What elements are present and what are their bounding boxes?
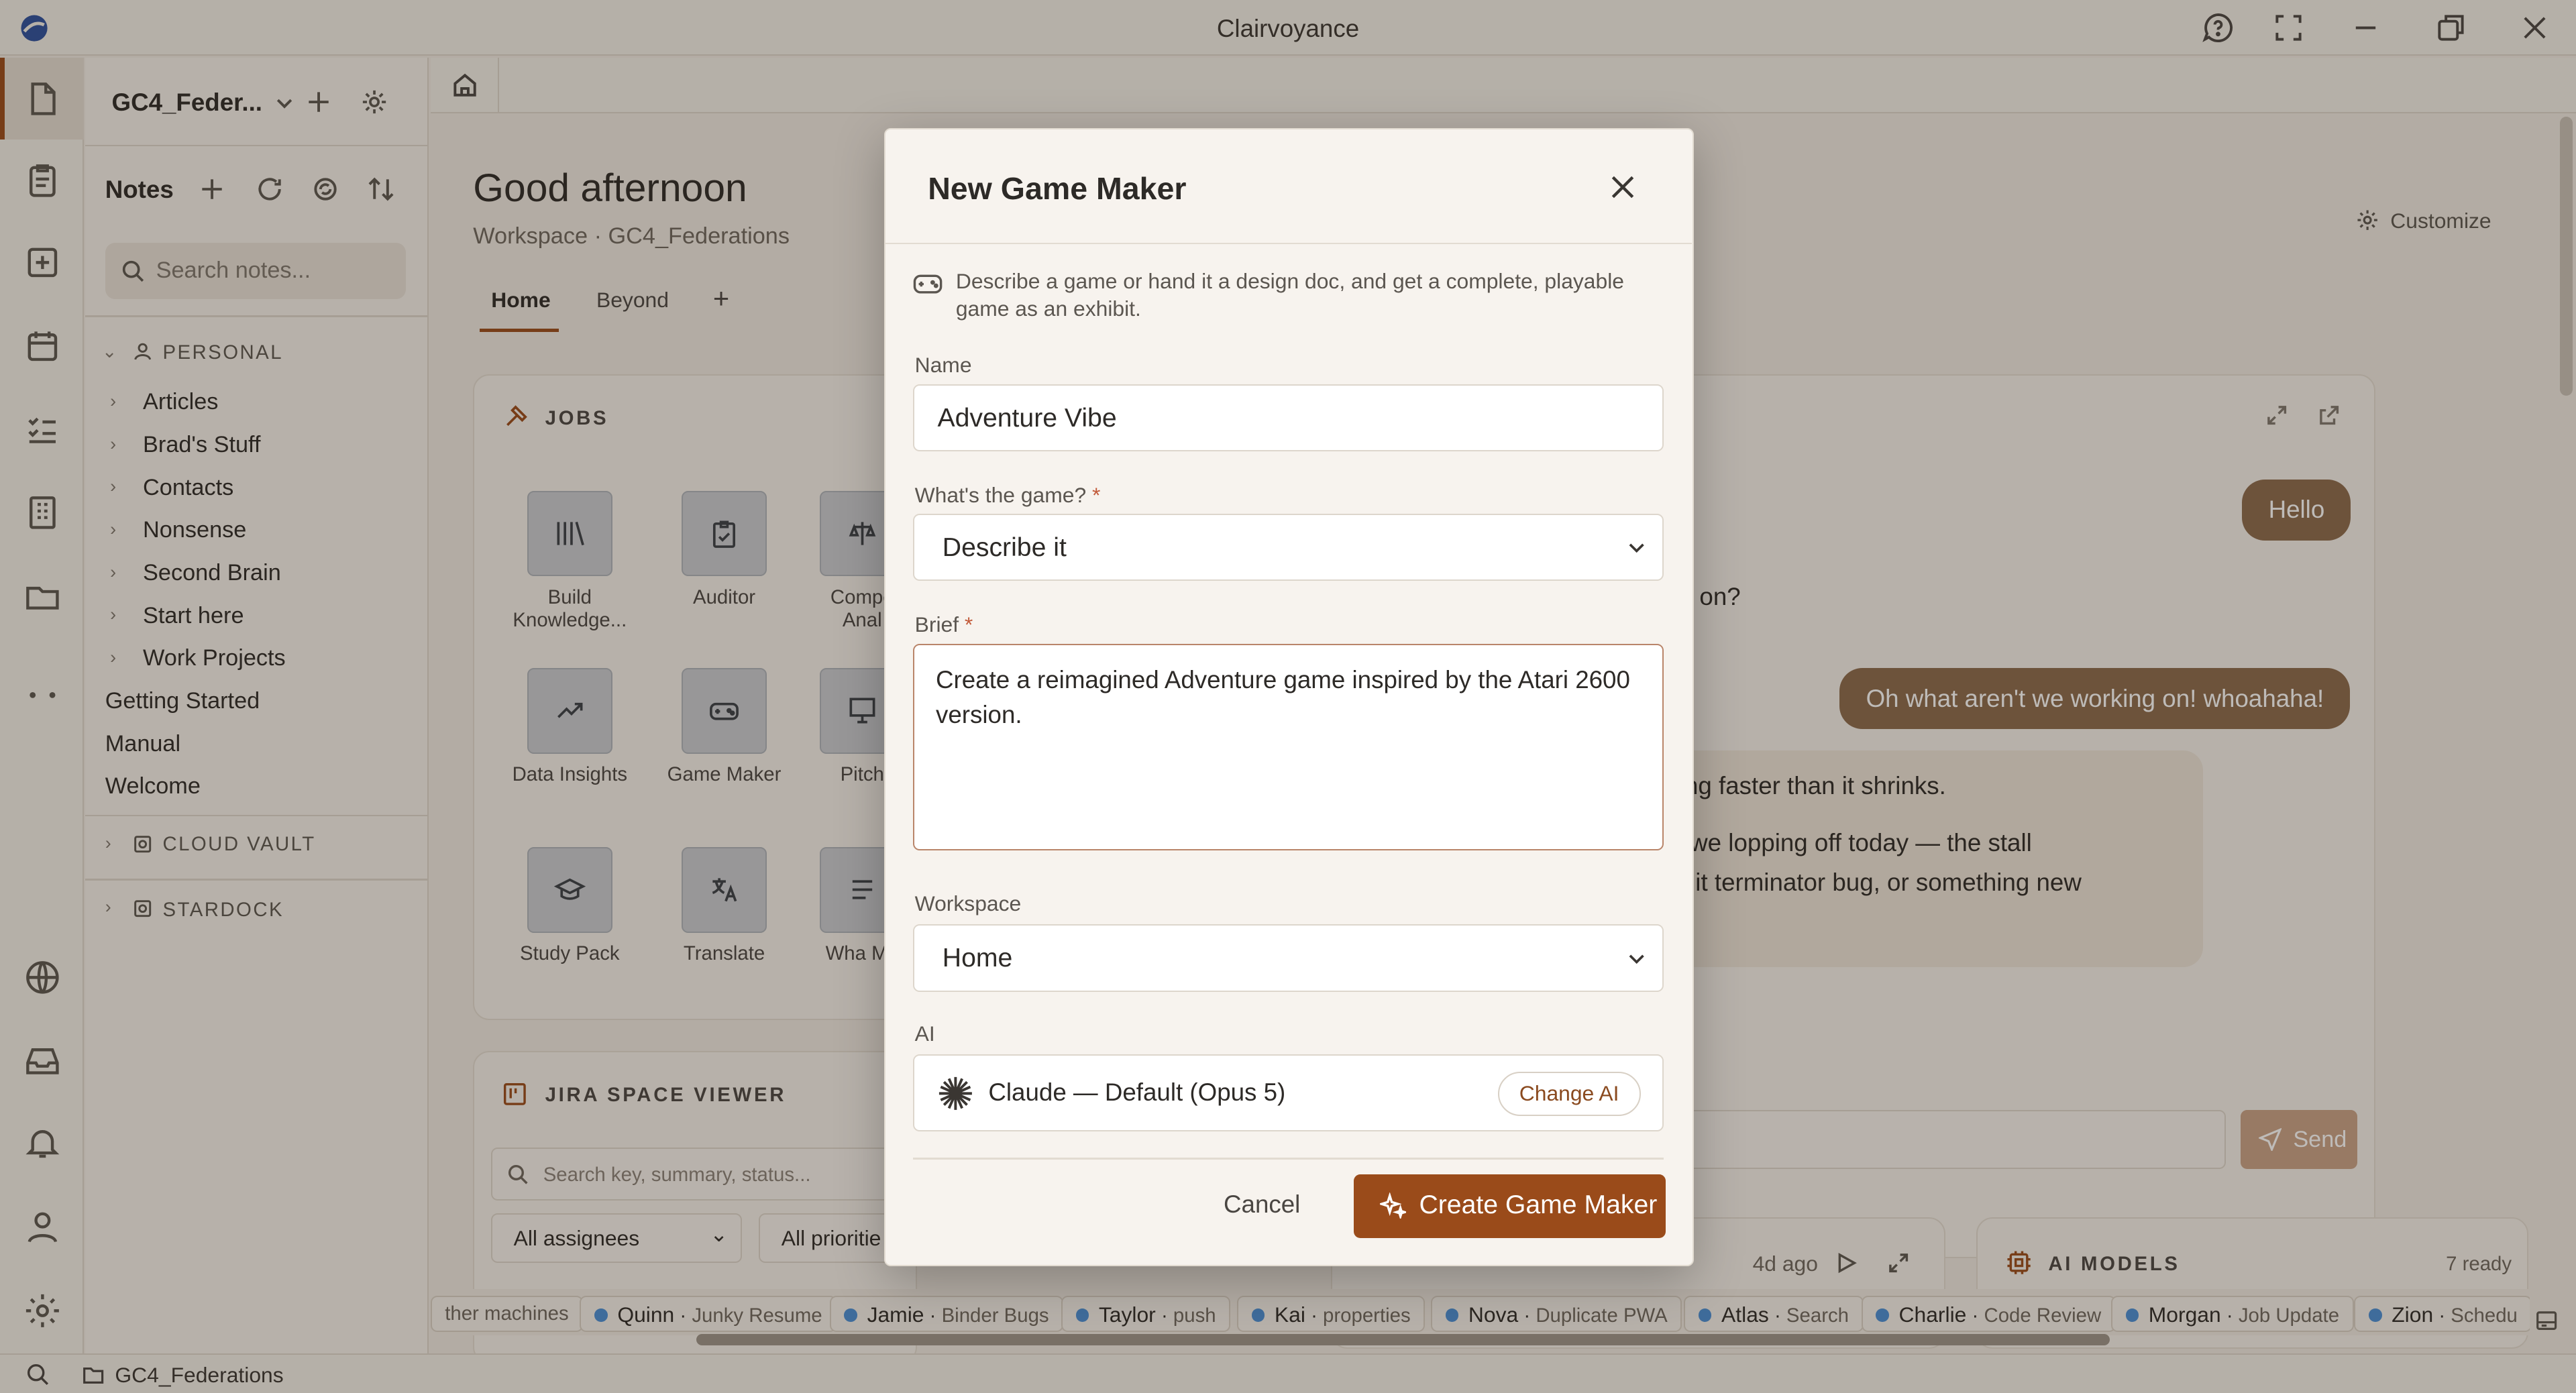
ai-selector: Claude — Default (Opus 5) Change AI [913,1054,1664,1131]
name-input-value: Adventure Vibe [937,403,1117,433]
brief-textarea[interactable]: Create a reimagined Adventure game inspi… [913,643,1664,851]
workspace-value: Home [942,944,1013,973]
gamepad-icon [913,274,943,294]
chevron-down-icon [1629,543,1644,553]
dialog-title: New Game Maker [928,171,1187,207]
workspace-select[interactable]: Home [913,924,1664,992]
cancel-button[interactable]: Cancel [1224,1190,1300,1219]
dialog-description: Describe a game or hand it a design doc,… [955,268,1624,321]
name-label: Name [914,353,972,378]
create-game-maker-button[interactable]: Create Game Maker [1353,1174,1666,1239]
new-game-maker-dialog: New Game Maker Describe a game or hand i… [883,128,1694,1267]
create-button-label: Create Game Maker [1419,1190,1658,1220]
claude-sparkle-icon [938,1076,972,1110]
name-input[interactable]: Adventure Vibe [913,384,1664,452]
game-type-label-text: What's the game? [914,482,1087,507]
brief-label: Brief * [914,612,973,637]
change-ai-button[interactable]: Change AI [1497,1072,1641,1117]
chevron-down-icon [1629,954,1644,964]
game-type-select[interactable]: Describe it [913,514,1664,581]
sparkle-icon [1379,1192,1406,1219]
close-icon[interactable] [1608,172,1638,202]
brief-label-text: Brief [914,612,959,637]
game-type-label: What's the game? * [914,482,1101,507]
ai-value: Claude — Default (Opus 5) [988,1078,1286,1107]
ai-label: AI [914,1021,935,1046]
game-type-value: Describe it [942,533,1067,563]
workspace-label: Workspace [914,891,1022,916]
